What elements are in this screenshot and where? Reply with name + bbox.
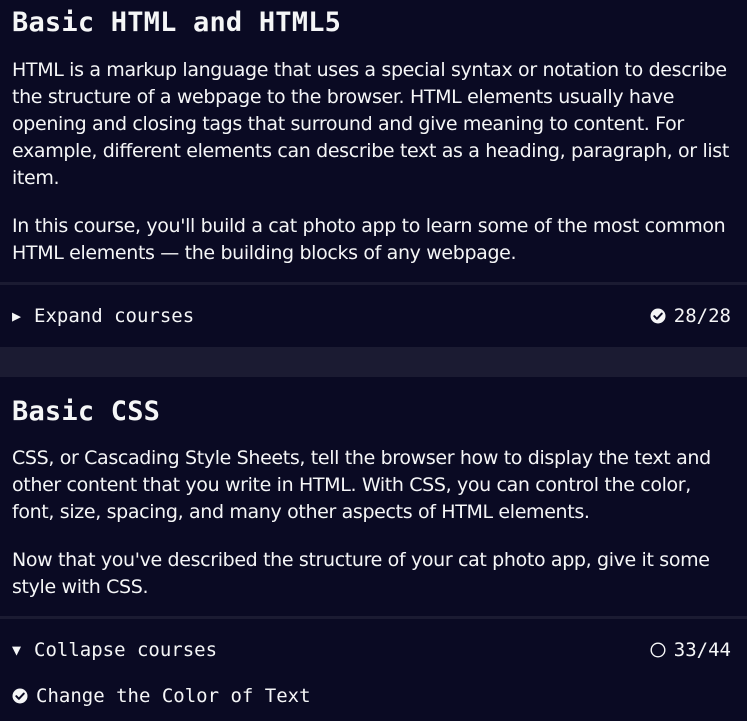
caret-right-icon: ▶ bbox=[12, 306, 22, 325]
progress-group: 33/44 bbox=[650, 639, 731, 661]
course-item[interactable]: Change the Color of Text bbox=[0, 681, 747, 711]
toggle-label-group: ▼ Collapse courses bbox=[12, 639, 217, 661]
expand-courses-button[interactable]: ▶ Expand courses 28/28 bbox=[0, 285, 747, 347]
toggle-label: Expand courses bbox=[34, 305, 195, 327]
course-item-label: Change the Color of Text bbox=[36, 685, 311, 707]
caret-down-icon: ▼ bbox=[12, 640, 22, 659]
toggle-label: Collapse courses bbox=[34, 639, 218, 661]
block-description: HTML is a markup language that uses a sp… bbox=[12, 59, 729, 189]
progress-group: 28/28 bbox=[650, 305, 731, 327]
block-basic-html: Basic HTML and HTML5 HTML is a markup la… bbox=[0, 0, 747, 347]
empty-circle-icon bbox=[650, 642, 666, 658]
progress-count: 28/28 bbox=[673, 305, 731, 327]
check-circle-icon bbox=[12, 688, 28, 704]
block-basic-css: Basic CSS CSS, or Cascading Style Sheets… bbox=[0, 377, 747, 711]
block-title: Basic HTML and HTML5 bbox=[12, 7, 342, 38]
block-separator bbox=[0, 347, 747, 377]
block-title: Basic CSS bbox=[12, 396, 161, 427]
toggle-label-group: ▶ Expand courses bbox=[12, 305, 194, 327]
collapse-courses-button[interactable]: ▼ Collapse courses 33/44 bbox=[0, 619, 747, 681]
block-description: In this course, you'll build a cat photo… bbox=[12, 215, 726, 264]
block-description: CSS, or Cascading Style Sheets, tell the… bbox=[12, 447, 711, 523]
check-circle-icon bbox=[650, 308, 666, 324]
block-description: Now that you've described the structure … bbox=[12, 549, 710, 598]
progress-count: 33/44 bbox=[673, 639, 731, 661]
